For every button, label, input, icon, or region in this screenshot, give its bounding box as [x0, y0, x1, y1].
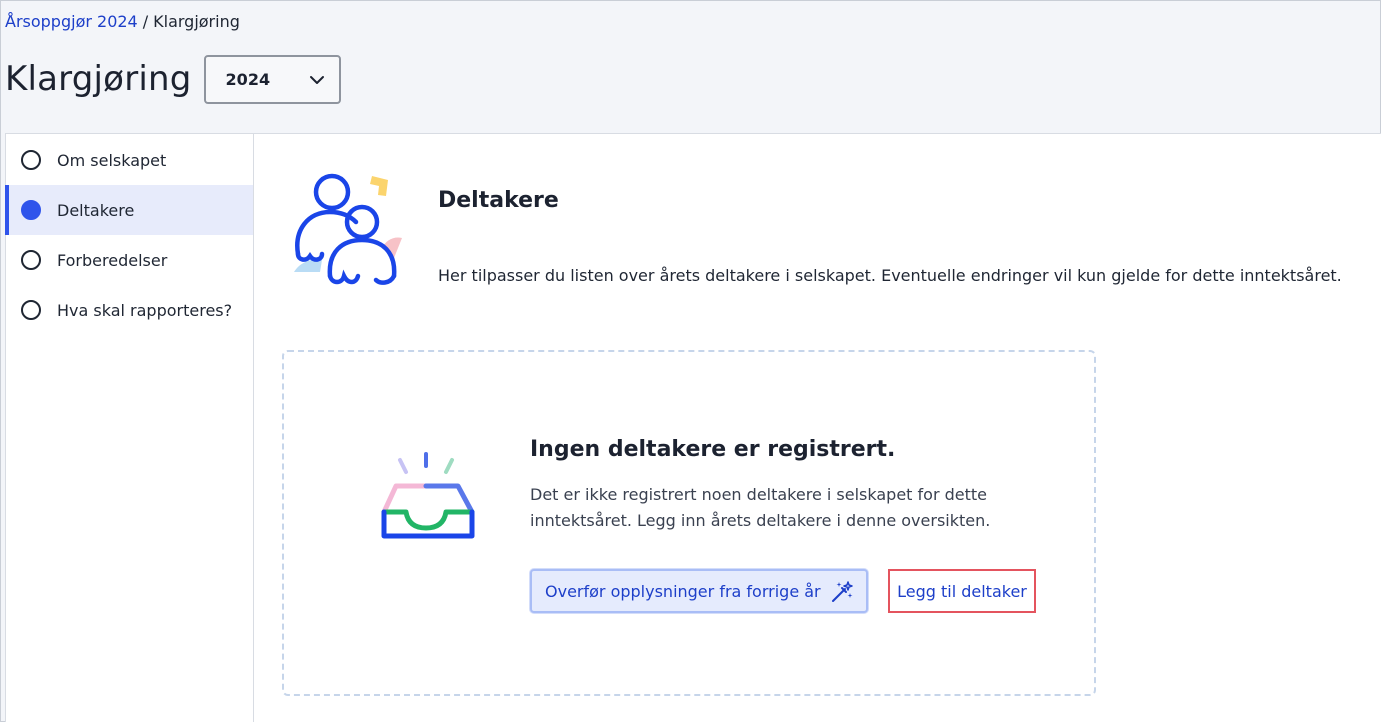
page-title: Klargjøring [5, 59, 192, 99]
year-select-value: 2024 [225, 69, 271, 89]
sidebar-item-label: Deltakere [57, 200, 135, 220]
sidebar-item-label: Forberedelser [57, 250, 168, 270]
transfer-button-label: Overfør opplysninger fra forrige år [545, 581, 821, 601]
step-status-icon [21, 300, 41, 320]
section-title: Deltakere [438, 188, 559, 213]
step-status-icon [21, 250, 41, 270]
app-window: Årsoppgjør 2024/Klargjøring Klargjøring … [0, 0, 1381, 722]
sidebar-item-label: Hva skal rapporteres? [57, 300, 233, 320]
breadcrumb-link-arsoppgjor[interactable]: Årsoppgjør 2024 [5, 12, 138, 31]
magic-wand-icon [832, 581, 853, 602]
sidebar-item-label: Om selskapet [57, 150, 167, 170]
year-select[interactable]: 2024 [203, 54, 341, 104]
chevron-down-icon [309, 70, 325, 89]
empty-state-panel: Ingen deltakere er registrert. Det er ik… [282, 350, 1096, 696]
step-status-icon [21, 150, 41, 170]
sidebar-item-hva-skal-rapporteres[interactable]: Hva skal rapporteres? [6, 285, 253, 335]
participants-illustration-icon [294, 173, 402, 285]
breadcrumb: Årsoppgjør 2024/Klargjøring [5, 12, 240, 31]
transfer-previous-year-button[interactable]: Overfør opplysninger fra forrige år [530, 569, 868, 613]
sidebar-item-forberedelser[interactable]: Forberedelser [6, 235, 253, 285]
step-active-icon [21, 200, 41, 220]
empty-state-text: Det er ikke registrert noen deltakere i … [530, 485, 991, 530]
content-layout: Om selskapet Deltakere Forberedelser Hva… [5, 133, 1381, 722]
title-row: Klargjøring 2024 [5, 54, 341, 104]
sidebar: Om selskapet Deltakere Forberedelser Hva… [5, 134, 254, 722]
add-button-label: Legg til deltaker [897, 581, 1027, 601]
sidebar-item-om-selskapet[interactable]: Om selskapet [6, 135, 253, 185]
empty-inbox-icon [381, 452, 475, 539]
main-content: Deltakere Her tilpasser du listen over å… [254, 134, 1381, 722]
breadcrumb-current: Klargjøring [153, 12, 240, 31]
section-description: Her tilpasser du listen over årets delta… [438, 266, 1342, 285]
breadcrumb-separator: / [142, 12, 149, 31]
empty-state-title: Ingen deltakere er registrert. [530, 437, 896, 462]
add-participant-button[interactable]: Legg til deltaker [888, 569, 1036, 613]
sidebar-item-deltakere[interactable]: Deltakere [5, 185, 253, 235]
